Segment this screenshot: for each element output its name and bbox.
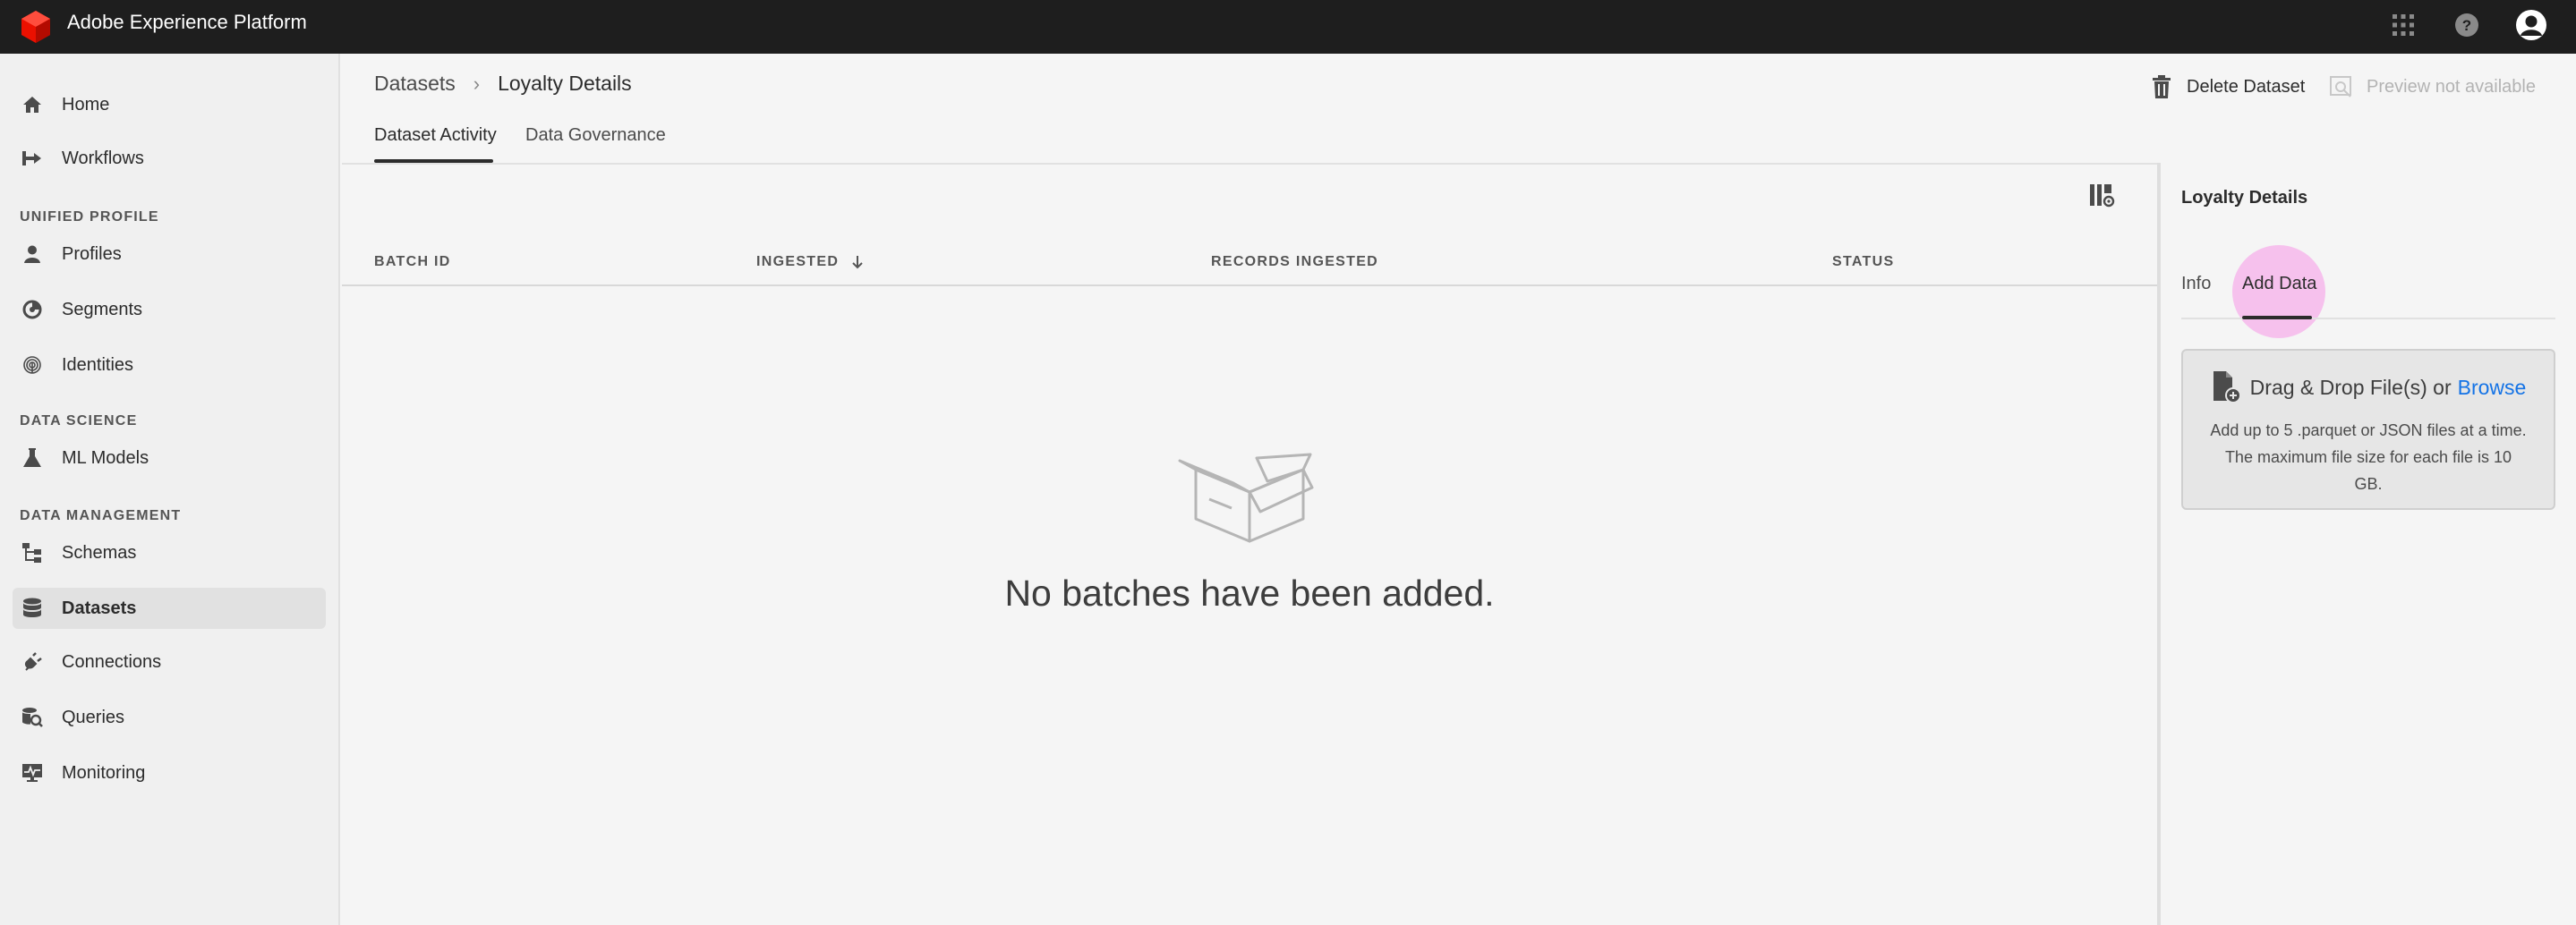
tab-dataset-activity[interactable]: Dataset Activity: [374, 125, 497, 146]
delete-dataset-label: Delete Dataset: [2187, 76, 2306, 97]
file-dropzone[interactable]: Drag & Drop File(s) or Browse Add up to …: [2181, 349, 2555, 510]
panel-title: Loyalty Details: [2181, 188, 2308, 208]
preview-button[interactable]: Preview not available: [2329, 73, 2536, 100]
panel-tab-divider: [2181, 318, 2555, 319]
help-icon[interactable]: ?: [2451, 9, 2483, 41]
table-header-divider: [342, 284, 2157, 286]
sidebar-item-label: Home: [62, 94, 110, 115]
sidebar-item-identities[interactable]: Identities: [13, 344, 326, 386]
monitor-icon: [21, 761, 44, 785]
panel-tab-add-data[interactable]: Add Data: [2242, 274, 2316, 294]
segments-icon: [21, 298, 44, 321]
user-avatar-icon[interactable]: [2515, 9, 2547, 41]
sidebar-item-queries[interactable]: Queries: [13, 697, 326, 738]
app-title[interactable]: Adobe Experience Platform: [67, 0, 307, 45]
dropzone-heading: Drag & Drop File(s) or Browse: [2183, 370, 2554, 404]
sidebar-item-label: Monitoring: [62, 762, 146, 783]
empty-state-message: No batches have been added.: [1004, 573, 1495, 614]
user-icon: [21, 242, 44, 266]
schema-icon: [21, 541, 44, 564]
column-header-records-ingested[interactable]: RECORDS INGESTED: [1211, 254, 1378, 270]
trash-icon: [2149, 73, 2174, 100]
sidebar-item-datasets[interactable]: Datasets: [13, 588, 326, 629]
dropzone-heading-text: Drag & Drop File(s) or: [2249, 375, 2452, 399]
database-icon: [21, 597, 44, 620]
column-header-label: INGESTED: [756, 254, 840, 269]
adobe-logo-icon[interactable]: [20, 9, 52, 45]
sidebar-item-label: Segments: [62, 299, 143, 319]
column-settings-icon[interactable]: [2088, 182, 2117, 211]
sidebar-item-monitoring[interactable]: Monitoring: [13, 752, 326, 793]
sidebar-item-ml-models[interactable]: ML Models: [13, 437, 326, 479]
section-heading-data-science: DATA SCIENCE: [20, 413, 138, 429]
sidebar-item-label: Workflows: [62, 148, 144, 168]
column-header-ingested[interactable]: INGESTED: [756, 254, 864, 270]
column-header-batch-id[interactable]: BATCH ID: [374, 254, 451, 270]
sidebar: Home Workflows UNIFIED PROFILE Profiles …: [0, 54, 340, 925]
svg-text:?: ?: [2462, 17, 2471, 34]
section-heading-unified-profile: UNIFIED PROFILE: [20, 209, 159, 225]
sidebar-item-segments[interactable]: Segments: [13, 289, 326, 330]
breadcrumb: Datasets › Loyalty Details: [374, 72, 632, 96]
sidebar-item-label: Profiles: [62, 243, 122, 264]
top-bar: Adobe Experience Platform ?: [0, 0, 2576, 54]
sidebar-item-label: Datasets: [62, 598, 137, 618]
sidebar-item-home[interactable]: Home: [13, 84, 326, 125]
chevron-right-icon: ›: [473, 72, 481, 95]
workflow-icon: [21, 147, 44, 170]
page-title: Loyalty Details: [498, 72, 632, 95]
tab-data-governance[interactable]: Data Governance: [525, 125, 666, 146]
query-icon: [21, 706, 44, 729]
panel-tab-selected-indicator: [2242, 316, 2312, 319]
file-add-icon: [2211, 370, 2241, 404]
preview-icon: [2329, 73, 2354, 100]
sidebar-item-label: Queries: [62, 707, 125, 727]
plug-icon: [21, 650, 44, 674]
delete-dataset-button[interactable]: Delete Dataset: [2149, 73, 2305, 100]
column-header-status[interactable]: STATUS: [1832, 254, 1894, 270]
fingerprint-icon: [21, 353, 44, 377]
home-icon: [21, 93, 44, 116]
apps-grid-icon[interactable]: [2387, 9, 2419, 41]
preview-label: Preview not available: [2367, 76, 2536, 97]
sidebar-item-connections[interactable]: Connections: [13, 641, 326, 683]
breadcrumb-link-datasets[interactable]: Datasets: [374, 72, 456, 96]
sidebar-item-workflows[interactable]: Workflows: [13, 138, 326, 179]
sidebar-item-label: Schemas: [62, 542, 137, 563]
sidebar-item-profiles[interactable]: Profiles: [13, 233, 326, 275]
panel-divider: [2157, 163, 2161, 925]
sort-descending-icon: [851, 255, 864, 269]
flask-icon: [21, 446, 44, 470]
sidebar-item-label: Identities: [62, 354, 134, 375]
dropzone-description: Add up to 5 .parquet or JSON files at a …: [2210, 421, 2527, 493]
sidebar-item-label: Connections: [62, 651, 162, 672]
panel-tab-info[interactable]: Info: [2181, 274, 2211, 294]
section-heading-data-management: DATA MANAGEMENT: [20, 508, 182, 523]
sidebar-item-label: ML Models: [62, 447, 149, 468]
empty-box-illustration-icon: [1178, 438, 1321, 546]
browse-link[interactable]: Browse: [2458, 376, 2527, 400]
sidebar-item-schemas[interactable]: Schemas: [13, 532, 326, 573]
header-divider: [342, 163, 2157, 165]
